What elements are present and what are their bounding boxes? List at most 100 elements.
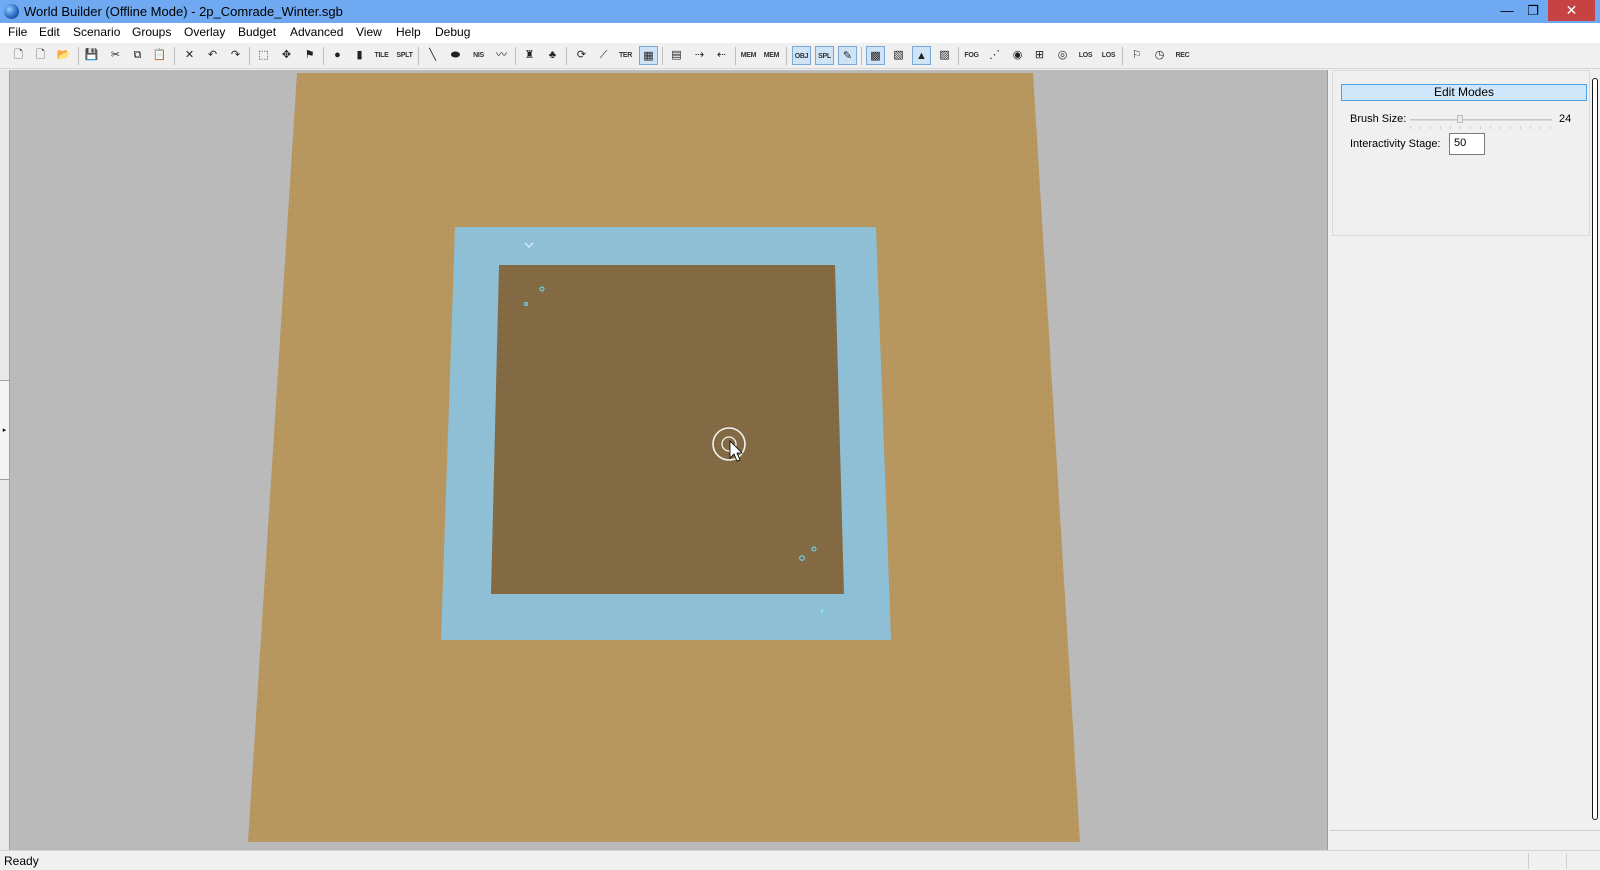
cut-icon[interactable]: ✂	[106, 46, 125, 65]
brush-toggle-icon[interactable]: ✎	[838, 46, 857, 65]
edit-modes-button[interactable]: Edit Modes	[1341, 84, 1587, 101]
status-cell	[1528, 853, 1529, 869]
brush-size-slider-ticks	[1410, 126, 1552, 129]
menu-view[interactable]: View	[356, 25, 382, 39]
toolbar-separator	[323, 47, 324, 65]
menu-bar: File Edit Scenario Groups Overlay Budget…	[0, 23, 1600, 43]
territory-icon[interactable]: ⊞	[1030, 46, 1049, 65]
brush-size-slider-thumb[interactable]	[1456, 115, 1463, 123]
panel-group-box: Edit Modes Brush Size: 24 Interactivity …	[1332, 70, 1590, 236]
flag-red-icon[interactable]: ⚑	[300, 46, 319, 65]
status-text: Ready	[4, 854, 39, 868]
menu-overlay[interactable]: Overlay	[184, 25, 225, 39]
toolbar-separator	[249, 47, 250, 65]
edit-modes-panel: Edit Modes Brush Size: 24 Interactivity …	[1330, 70, 1600, 850]
clock-icon[interactable]: ◷	[1150, 46, 1169, 65]
traffic-light-icon[interactable]: ▮	[350, 46, 369, 65]
brush-size-value: 24	[1559, 113, 1572, 125]
new-file-icon[interactable]: 🗋	[9, 46, 28, 65]
menu-file[interactable]: File	[8, 25, 27, 39]
mem-stat-button[interactable]: MEM STAT	[762, 46, 781, 78]
flag-points-icon[interactable]: ⚐	[1127, 46, 1146, 65]
tile-button[interactable]: TILE	[372, 46, 391, 65]
select-region-icon[interactable]: ⬚	[254, 46, 273, 65]
brush-size-label: Brush Size:	[1350, 113, 1407, 125]
water-icon[interactable]: ⬬	[446, 46, 465, 65]
toolbar-separator	[662, 47, 663, 65]
grid-toggle-icon[interactable]: ▦	[639, 46, 658, 65]
menu-groups[interactable]: Groups	[132, 25, 171, 39]
toolbar-separator	[786, 47, 787, 65]
fog-button[interactable]: FOG	[962, 46, 981, 65]
line-tool-icon[interactable]: ⟋	[594, 46, 613, 65]
open-folder-icon[interactable]: 📂	[54, 46, 73, 65]
obj-toggle-button[interactable]: OBJ	[792, 46, 811, 65]
interactivity-stage-label: Interactivity Stage:	[1350, 138, 1441, 150]
menu-advanced[interactable]: Advanced	[290, 25, 343, 39]
menu-help[interactable]: Help	[396, 25, 421, 39]
terrain-texture-icon[interactable]: ▧	[889, 46, 908, 65]
inner-terrain-texture	[491, 265, 844, 594]
toolbar: 🗋 🗋 📂 💾 ✂ ⧉ 📋 ✕ ↶ ↷ ⬚ ✥ ⚑ ● ▮ TILE SPLT …	[0, 43, 1600, 78]
toolbar-separator	[515, 47, 516, 65]
toolbar-separator	[958, 47, 959, 65]
road-icon[interactable]: ╲	[423, 46, 442, 65]
toolbar-separator	[78, 47, 79, 65]
new-scenario-icon[interactable]: 🗋	[31, 46, 50, 65]
heightmap-icon[interactable]: ▲	[912, 46, 931, 65]
green-globe-icon[interactable]: ◉	[1008, 46, 1027, 65]
dock-expand-icon[interactable]: ▸	[0, 380, 9, 480]
grenade-icon[interactable]: ●	[328, 46, 347, 65]
terrain-button[interactable]: TER	[616, 46, 635, 65]
menu-scenario[interactable]: Scenario	[73, 25, 120, 39]
menu-edit[interactable]: Edit	[39, 25, 60, 39]
calendar-icon[interactable]: ▤	[667, 46, 686, 65]
splines-icon[interactable]: 〰	[492, 46, 511, 65]
status-bar: Ready	[0, 850, 1600, 870]
split-button[interactable]: SPLT	[395, 46, 414, 65]
menu-debug[interactable]: Debug	[435, 25, 470, 39]
toolbar-separator	[566, 47, 567, 65]
path-icon[interactable]: ⋰	[985, 46, 1004, 65]
impass-overlay-icon[interactable]: ▨	[935, 46, 954, 65]
marker-dot	[820, 609, 824, 613]
menu-budget[interactable]: Budget	[238, 25, 276, 39]
redo-icon[interactable]: ↷	[226, 46, 245, 65]
move-tool-icon[interactable]: ✥	[277, 46, 296, 65]
spl-toggle-button[interactable]: SPL	[815, 46, 834, 65]
delete-icon[interactable]: ✕	[180, 46, 199, 65]
refresh-icon[interactable]: ⟳	[572, 46, 591, 65]
checker-overlay-icon[interactable]: ▩	[866, 46, 885, 65]
toolbar-separator	[174, 47, 175, 65]
panel-divider	[1330, 830, 1600, 831]
nis-button[interactable]: NIS	[469, 46, 488, 65]
toolbar-separator	[1122, 47, 1123, 65]
camera-icon[interactable]: ◎	[1053, 46, 1072, 65]
panel-scrollbar[interactable]	[1592, 78, 1598, 820]
interactivity-stage-input[interactable]: 50	[1449, 133, 1485, 155]
map-viewport[interactable]: ▸	[0, 70, 1328, 850]
undo-icon[interactable]: ↶	[203, 46, 222, 65]
title-bar: World Builder (Offline Mode) - 2p_Comrad…	[0, 0, 1600, 23]
terrain-render[interactable]	[0, 70, 1328, 850]
toolbar-separator	[735, 47, 736, 65]
brush-size-slider[interactable]	[1410, 119, 1552, 121]
status-cell	[1566, 853, 1567, 869]
save-icon[interactable]: 💾	[82, 46, 101, 65]
paste-icon[interactable]: 📋	[150, 46, 169, 65]
los-button-2[interactable]: LOS	[1099, 46, 1118, 65]
toolbar-separator	[861, 47, 862, 65]
los-button-1[interactable]: LOS	[1076, 46, 1095, 65]
toolbar-separator	[418, 47, 419, 65]
object-placement-icon[interactable]: ♜	[520, 46, 539, 65]
minimize-button[interactable]: —	[1494, 0, 1520, 21]
app-globe-icon	[4, 4, 19, 19]
arrow-left-icon[interactable]: ⇠	[712, 46, 731, 65]
restore-button[interactable]: ❐	[1520, 0, 1546, 21]
mem-dump-button[interactable]: MEM DMP	[739, 46, 758, 78]
rec-button[interactable]: REC	[1173, 46, 1192, 65]
copy-icon[interactable]: ⧉	[128, 46, 147, 65]
close-button[interactable]: ✕	[1548, 0, 1595, 21]
forest-icon[interactable]: ♣	[543, 46, 562, 65]
arrow-right-icon[interactable]: ⇢	[690, 46, 709, 65]
